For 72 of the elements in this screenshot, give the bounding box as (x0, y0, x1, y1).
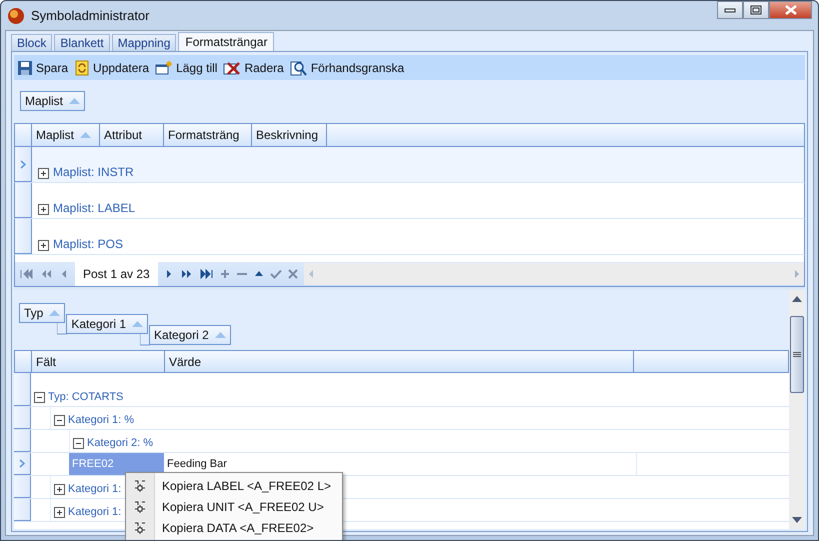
group-row[interactable]: Maplist: LABEL (14, 183, 805, 219)
group-row[interactable]: Maplist: POS (14, 219, 805, 255)
record-counter: Post 1 av 23 (75, 262, 158, 286)
tab[interactable]: Mappning (112, 34, 176, 51)
scroll-up-icon[interactable] (792, 296, 802, 302)
scroll-down-icon[interactable] (792, 517, 802, 523)
connector-line (140, 334, 150, 346)
close-button[interactable] (769, 1, 812, 19)
column-header[interactable]: Maplist (32, 124, 100, 146)
tab[interactable]: Formatsträngar (178, 32, 274, 51)
minimize-button[interactable] (717, 1, 743, 19)
last-record-icon[interactable] (200, 269, 214, 279)
row-selector[interactable] (15, 183, 32, 218)
column-header[interactable]: Värde (165, 351, 634, 372)
first-record-icon[interactable] (19, 269, 33, 279)
tab[interactable]: Blankett (54, 34, 110, 51)
add-icon[interactable] (220, 269, 230, 279)
checkmark-icon[interactable] (270, 269, 282, 279)
save-button[interactable]: Spara (14, 55, 72, 80)
add-button[interactable]: Lägg till (152, 55, 220, 80)
expand-icon[interactable] (54, 507, 65, 518)
column-header[interactable]: Beskrivning (252, 124, 327, 146)
cancel-icon[interactable] (288, 269, 298, 279)
expand-icon[interactable] (38, 204, 49, 215)
connector-line (57, 323, 68, 335)
tab[interactable]: Block (11, 34, 52, 51)
connector-icon (133, 520, 147, 534)
collapse-icon[interactable] (73, 438, 84, 449)
current-row-icon (20, 160, 26, 168)
column-header[interactable]: Formatsträng (164, 124, 252, 146)
row-selector[interactable] (14, 430, 31, 452)
connector-icon (133, 478, 147, 492)
delete-icon (223, 60, 242, 76)
collapse-icon[interactable] (54, 415, 65, 426)
row-selector[interactable] (15, 219, 32, 254)
scroll-thumb[interactable] (790, 316, 804, 393)
maximize-button[interactable] (743, 1, 769, 19)
collapse-icon[interactable] (34, 392, 45, 403)
magnifier-icon (290, 60, 308, 76)
up-arrow-icon[interactable] (254, 269, 264, 279)
window-title: Symboladministrator (31, 8, 150, 23)
update-button[interactable]: Uppdatera (71, 55, 152, 80)
group-row[interactable]: Typ: COTARTS (31, 373, 789, 406)
delete-button[interactable]: Radera (220, 55, 287, 80)
group-by-chip[interactable]: Maplist (20, 91, 86, 111)
column-header[interactable]: Attribut (100, 124, 164, 146)
row-selector[interactable] (14, 499, 31, 521)
row-selector[interactable] (14, 453, 31, 475)
connector-icon (133, 500, 147, 514)
new-item-icon (155, 60, 174, 76)
vertical-scrollbar[interactable] (789, 290, 805, 529)
maximize-icon (750, 5, 762, 15)
row-selector[interactable] (15, 147, 32, 182)
minimize-icon (724, 7, 736, 13)
column-header[interactable]: Fält (32, 351, 165, 372)
group-by-chip[interactable]: Kategori 2 (149, 325, 231, 345)
menu-item[interactable]: Kopiera UNIT <A_FREE02 U> (126, 496, 342, 517)
next-page-icon[interactable] (180, 269, 194, 279)
app-icon (7, 6, 25, 24)
menu-item[interactable]: Kopiera LABEL <A_FREE02 L> (126, 475, 342, 496)
close-icon (784, 5, 798, 15)
expand-icon[interactable] (38, 240, 49, 251)
expand-icon[interactable] (38, 168, 49, 179)
row-selector[interactable] (14, 476, 31, 498)
preview-button[interactable]: Förhandsgranska (286, 55, 408, 80)
group-by-chip[interactable]: Typ (19, 303, 66, 323)
table-cell: FREE02 (69, 453, 164, 475)
refresh-icon (74, 60, 90, 76)
group-row[interactable]: Maplist: INSTR (14, 147, 805, 183)
expand-icon[interactable] (54, 484, 65, 495)
group-by-chip[interactable]: Kategori 1 (66, 314, 148, 334)
current-row-icon (19, 459, 25, 468)
